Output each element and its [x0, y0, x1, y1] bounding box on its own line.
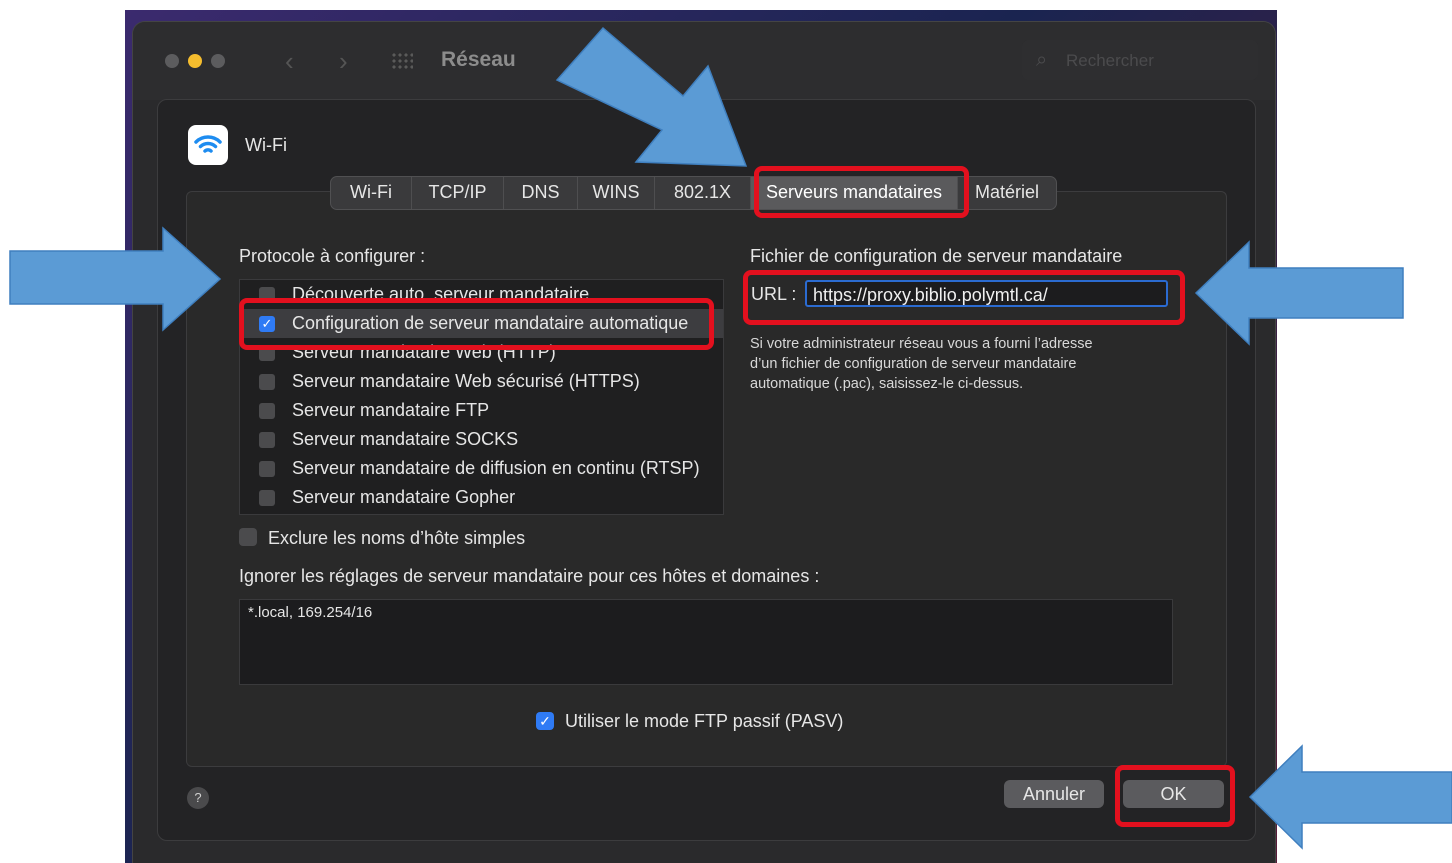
annotation-arrows — [9, 26, 1452, 850]
arrow-to-protocol-icon — [9, 226, 222, 332]
arrow-to-url-icon — [1194, 240, 1404, 346]
arrow-to-ok-icon — [1248, 744, 1452, 850]
arrow-to-tab-icon — [555, 26, 748, 167]
